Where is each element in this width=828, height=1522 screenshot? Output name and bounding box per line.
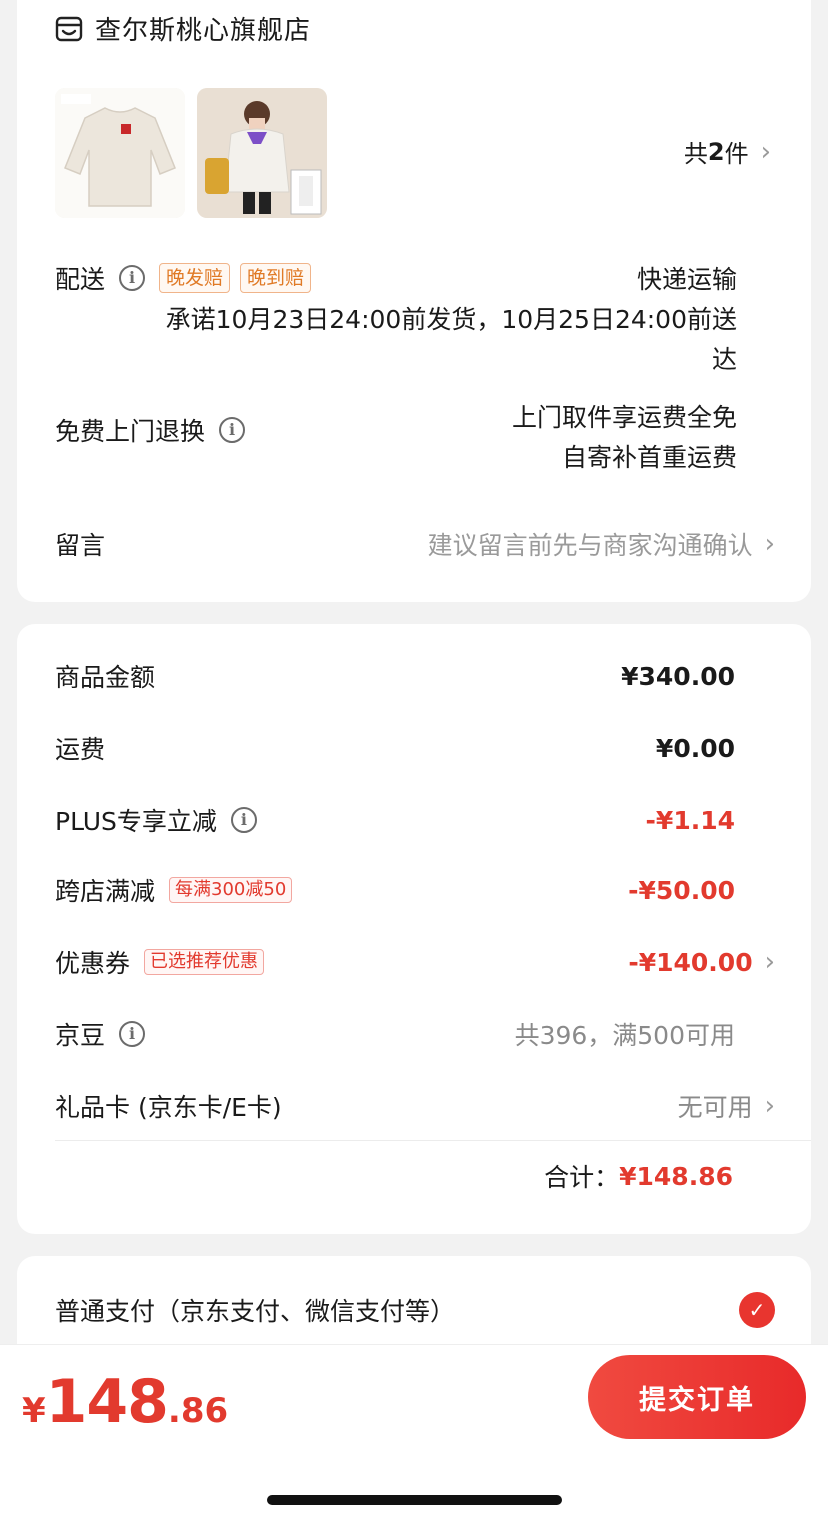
return-pickup-text: 上门取件享运费全免 — [511, 403, 737, 432]
payment-option-standard[interactable]: 普通支付（京东支付、微信支付等） ✓ — [55, 1292, 775, 1328]
payable-integer: 148 — [45, 1367, 169, 1437]
submit-order-button[interactable]: 提交订单 — [588, 1355, 806, 1439]
jacket-model-image — [197, 88, 327, 218]
message-row[interactable]: 留言 建议留言前先与商家沟通确认 › — [55, 526, 775, 562]
delivery-method: 快递运输 — [636, 265, 737, 294]
item-count-number: 2 — [707, 137, 725, 166]
info-icon[interactable]: i — [219, 417, 246, 443]
payable-amount: ¥ 148 .86 — [22, 1367, 228, 1437]
total-row: 合计： ¥148.86 — [544, 1158, 733, 1194]
shipping-row: 运费 ¥0.00 — [55, 730, 775, 766]
item-count[interactable]: 共 2 件 › — [684, 134, 771, 169]
jd-beans-row: 京豆 i 共396，满500可用 — [55, 1016, 775, 1052]
coupon-selected-tag: 已选推荐优惠 — [144, 949, 265, 975]
info-icon[interactable]: i — [119, 265, 146, 291]
payable-decimal: .86 — [167, 1391, 229, 1431]
product-thumbnail-sweatshirt[interactable] — [55, 88, 185, 218]
product-thumbnail-jacket[interactable] — [197, 88, 327, 218]
goods-amount-row: 商品金额 ¥340.00 — [55, 658, 775, 694]
store-header[interactable]: 查尔斯桃心旗舰店 — [55, 10, 311, 47]
cross-store-rule-tag: 每满300减50 — [169, 877, 293, 903]
info-icon[interactable]: i — [119, 1021, 146, 1047]
coupon-label: 优惠券 — [55, 949, 131, 978]
gift-card-row[interactable]: 礼品卡 (京东卡/E卡) 无可用 › — [55, 1088, 775, 1124]
coupon-row[interactable]: 优惠券 已选推荐优惠 -¥140.00 › — [55, 944, 775, 980]
checkout-bar: ¥ 148 .86 提交订单 — [0, 1344, 828, 1522]
store-card: 查尔斯桃心旗舰店 共 2 件 › 配送 i 晚发赔 晚到赔 快递运输 承诺10月… — [17, 0, 811, 602]
plus-discount-value: -¥1.14 — [645, 805, 735, 835]
jd-beans-label: 京豆 — [55, 1021, 106, 1050]
message-placeholder: 建议留言前先与商家沟通确认 — [427, 531, 753, 560]
chevron-right-icon: › — [764, 1091, 775, 1121]
message-label: 留言 — [55, 531, 106, 560]
checkmark-icon[interactable]: ✓ — [739, 1292, 775, 1328]
goods-amount-value: ¥340.00 — [621, 661, 735, 691]
divider — [55, 1140, 811, 1141]
gift-card-label: 礼品卡 (京东卡/E卡) — [55, 1093, 282, 1122]
goods-amount-label: 商品金额 — [55, 663, 156, 692]
total-value: ¥148.86 — [619, 1161, 733, 1191]
store-icon — [55, 16, 83, 41]
cross-store-label: 跨店满减 — [55, 877, 156, 906]
chevron-right-icon: › — [764, 947, 775, 977]
gift-card-value: 无可用 — [677, 1093, 753, 1122]
cross-store-discount-row: 跨店满减 每满300减50 -¥50.00 — [55, 872, 775, 908]
info-icon[interactable]: i — [230, 807, 257, 833]
delivery-promise-line2: 达 — [711, 345, 737, 374]
chevron-right-icon: › — [764, 529, 775, 559]
shipping-label: 运费 — [55, 735, 106, 764]
sweatshirt-image — [55, 88, 185, 218]
plus-discount-row: PLUS专享立减 i -¥1.14 — [55, 802, 775, 838]
jd-beans-value: 共396，满500可用 — [514, 1021, 735, 1050]
payment-option-label: 普通支付（京东支付、微信支付等） — [55, 1297, 456, 1326]
plus-discount-label: PLUS专享立减 — [55, 807, 217, 836]
cross-store-value: -¥50.00 — [628, 875, 735, 905]
item-count-suffix: 件 — [724, 140, 749, 168]
home-indicator — [267, 1495, 562, 1505]
coupon-value: -¥140.00 — [628, 947, 753, 977]
currency-symbol: ¥ — [22, 1391, 46, 1431]
shipping-value: ¥0.00 — [655, 733, 735, 763]
item-count-prefix: 共 — [683, 140, 708, 168]
chevron-right-icon: › — [760, 136, 771, 167]
delivery-label: 配送 — [55, 265, 106, 294]
delivery-info[interactable]: 快递运输 承诺10月23日24:00前发货，10月25日24:00前送 达 — [157, 260, 737, 380]
delivery-promise-line1: 承诺10月23日24:00前发货，10月25日24:00前送 — [165, 305, 737, 334]
store-name: 查尔斯桃心旗舰店 — [95, 16, 312, 46]
return-self-ship-text: 自寄补首重运费 — [561, 443, 737, 472]
return-label: 免费上门退换 — [55, 417, 206, 446]
total-label: 合计： — [544, 1163, 620, 1192]
price-summary-card: 商品金额 ¥340.00 运费 ¥0.00 PLUS专享立减 i -¥1.14 … — [17, 624, 811, 1234]
